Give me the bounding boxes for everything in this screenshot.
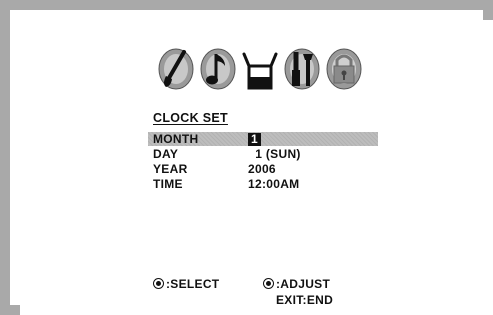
channel-antenna-icon[interactable] (240, 46, 280, 92)
select-hint: :SELECT (153, 277, 219, 291)
setup-tools-icon[interactable] (282, 46, 322, 92)
adjust-hint: :ADJUST (263, 277, 330, 291)
menu-row-year[interactable]: YEAR 2006 (148, 162, 378, 176)
row-value[interactable]: 1 (248, 132, 261, 146)
lock-icon[interactable] (324, 46, 364, 92)
tv-screen-frame: CLOCK SET MONTH 1 DAY 1 (SUN) YEAR 2006 … (0, 0, 493, 315)
menu-row-time[interactable]: TIME 12:00AM (148, 177, 378, 191)
menu-row-day[interactable]: DAY 1 (SUN) (148, 147, 378, 161)
osd-menu: CLOCK SET MONTH 1 DAY 1 (SUN) YEAR 2006 … (20, 20, 493, 315)
row-label: TIME (153, 177, 183, 191)
row-value: 2006 (248, 162, 276, 176)
selected-value[interactable]: 1 (248, 133, 261, 146)
sound-note-icon[interactable] (198, 46, 238, 92)
exit-hint: EXIT:END (276, 293, 334, 307)
picture-brush-icon[interactable] (156, 46, 196, 92)
menu-row-month[interactable]: MONTH 1 (148, 132, 378, 146)
adjust-hint-label: :ADJUST (276, 277, 331, 291)
select-hint-label: :SELECT (166, 277, 220, 291)
joystick-button-icon (153, 278, 164, 289)
joystick-button-icon (263, 278, 274, 289)
row-value: 12:00AM (248, 177, 300, 191)
row-value: 1 (SUN) (248, 147, 301, 161)
page-title: CLOCK SET (153, 111, 228, 125)
row-label: MONTH (153, 132, 199, 146)
row-label: YEAR (153, 162, 188, 176)
row-label: DAY (153, 147, 179, 161)
